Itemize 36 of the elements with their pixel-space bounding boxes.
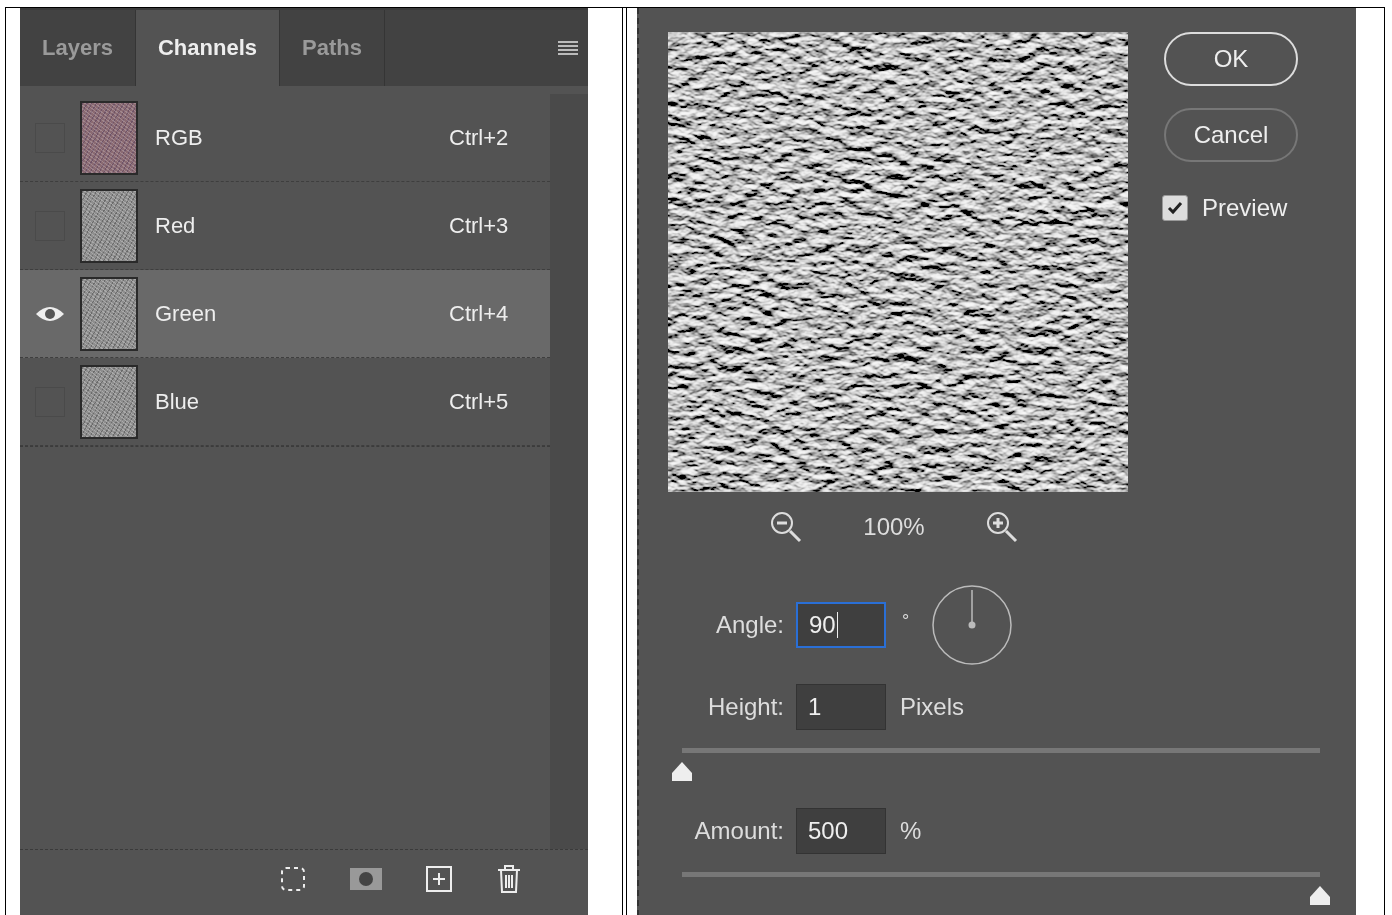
ok-button[interactable]: OK (1164, 32, 1298, 86)
channel-name: RGB (155, 124, 204, 151)
panel-tab[interactable]: Channels (135, 10, 280, 86)
zoom-level: 100% (863, 513, 925, 541)
scrollbar-track[interactable] (550, 94, 588, 849)
degree-unit: ° (902, 610, 910, 632)
mask-icon[interactable] (350, 868, 382, 890)
height-label: Height: (706, 693, 785, 721)
add-icon[interactable] (426, 866, 452, 892)
trash-icon[interactable] (496, 864, 522, 894)
height-unit: Pixels (900, 693, 965, 721)
channel-shortcut: Ctrl+5 (449, 388, 509, 415)
preview-checkbox[interactable] (1162, 195, 1188, 221)
channel-shortcut: Ctrl+2 (449, 124, 509, 151)
channel-shortcut: Ctrl+4 (449, 300, 509, 327)
preview-label: Preview (1202, 194, 1288, 222)
cancel-button[interactable]: Cancel (1164, 108, 1298, 162)
selection-icon[interactable] (280, 866, 306, 892)
check-icon (1167, 201, 1183, 215)
angle-label: Angle: (714, 611, 785, 639)
angle-dial[interactable] (931, 584, 1014, 666)
amount-label: Amount: (693, 817, 785, 845)
amount-slider-thumb[interactable] (1308, 885, 1332, 907)
height-slider-thumb[interactable] (670, 761, 694, 783)
zoom-in-icon[interactable] (984, 510, 1019, 544)
zoom-out-icon[interactable] (769, 510, 804, 544)
channel-shortcut: Ctrl+3 (449, 212, 509, 239)
amount-field[interactable]: 500 (796, 808, 886, 854)
channel-name: Blue (155, 388, 201, 415)
channel-row[interactable]: Green Ctrl+4 (20, 270, 550, 358)
angle-field[interactable]: 90 (796, 602, 886, 648)
menu-icon[interactable] (558, 41, 578, 55)
channel-name: Green (155, 300, 218, 327)
height-field[interactable]: 1 (796, 684, 886, 730)
amount-unit: % (900, 817, 922, 845)
channel-name: Red (155, 212, 197, 239)
